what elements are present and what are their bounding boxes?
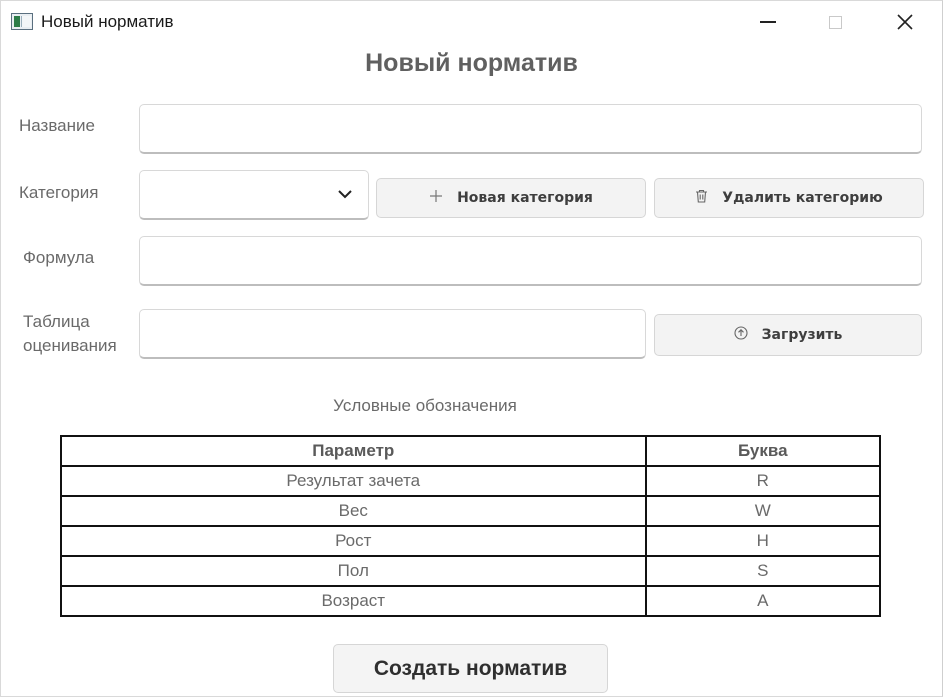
table-label-line2: оценивания	[23, 336, 117, 355]
name-label: Название	[19, 116, 95, 135]
close-icon	[897, 14, 913, 30]
legend-header-row: Параметр Буква	[60, 435, 882, 467]
close-button[interactable]	[870, 1, 940, 43]
table-row: Пол S	[60, 555, 882, 587]
legend-letter-cell: R	[644, 465, 882, 497]
maximize-icon	[829, 16, 842, 29]
upload-icon	[734, 326, 748, 344]
formula-label: Формула	[23, 248, 95, 267]
delete-category-button-label: Удалить категорию	[722, 190, 883, 206]
app-icon	[11, 13, 33, 30]
maximize-button[interactable]	[800, 1, 870, 43]
legend-parameter-cell: Рост	[60, 525, 647, 557]
legend-letter-cell: S	[644, 555, 882, 587]
legend-caption: Условные обозначения	[333, 396, 517, 415]
legend-table: Параметр Буква Результат зачета R Вес W …	[60, 435, 882, 617]
legend-parameter-cell: Возраст	[60, 585, 647, 617]
legend-letter-cell: W	[644, 495, 882, 527]
plus-icon	[429, 189, 443, 207]
upload-button[interactable]: Загрузить	[654, 314, 922, 356]
new-category-button[interactable]: Новая категория	[376, 178, 646, 218]
trash-icon	[695, 189, 708, 207]
delete-category-button[interactable]: Удалить категорию	[654, 178, 924, 218]
title-bar: Новый норматив	[1, 1, 942, 43]
category-select[interactable]	[139, 170, 369, 220]
minimize-button[interactable]	[732, 1, 802, 43]
legend-letter-cell: H	[644, 525, 882, 557]
legend-parameter-cell: Результат зачета	[60, 465, 647, 497]
category-label: Категория	[19, 183, 99, 202]
legend-header-letter: Буква	[644, 435, 882, 467]
upload-button-label: Загрузить	[761, 327, 843, 343]
formula-input[interactable]	[139, 236, 922, 286]
legend-header-parameter: Параметр	[60, 435, 647, 467]
table-row: Возраст A	[60, 585, 882, 617]
create-norm-button[interactable]: Создать норматив	[333, 644, 608, 693]
legend-parameter-cell: Пол	[60, 555, 647, 587]
table-file-input[interactable]	[139, 309, 646, 359]
table-row: Вес W	[60, 495, 882, 527]
new-category-button-label: Новая категория	[457, 190, 593, 206]
legend-letter-cell: A	[644, 585, 882, 617]
minimize-icon	[760, 21, 776, 23]
page-title: Новый норматив	[365, 49, 578, 77]
table-label-line1: Таблица	[23, 312, 90, 331]
table-row: Рост H	[60, 525, 882, 557]
table-row: Результат зачета R	[60, 465, 882, 497]
chevron-down-icon	[338, 190, 352, 199]
name-input[interactable]	[139, 104, 922, 154]
dialog-window: Новый норматив Новый норматив Название К…	[0, 0, 943, 697]
legend-parameter-cell: Вес	[60, 495, 647, 527]
window-title: Новый норматив	[41, 12, 174, 31]
